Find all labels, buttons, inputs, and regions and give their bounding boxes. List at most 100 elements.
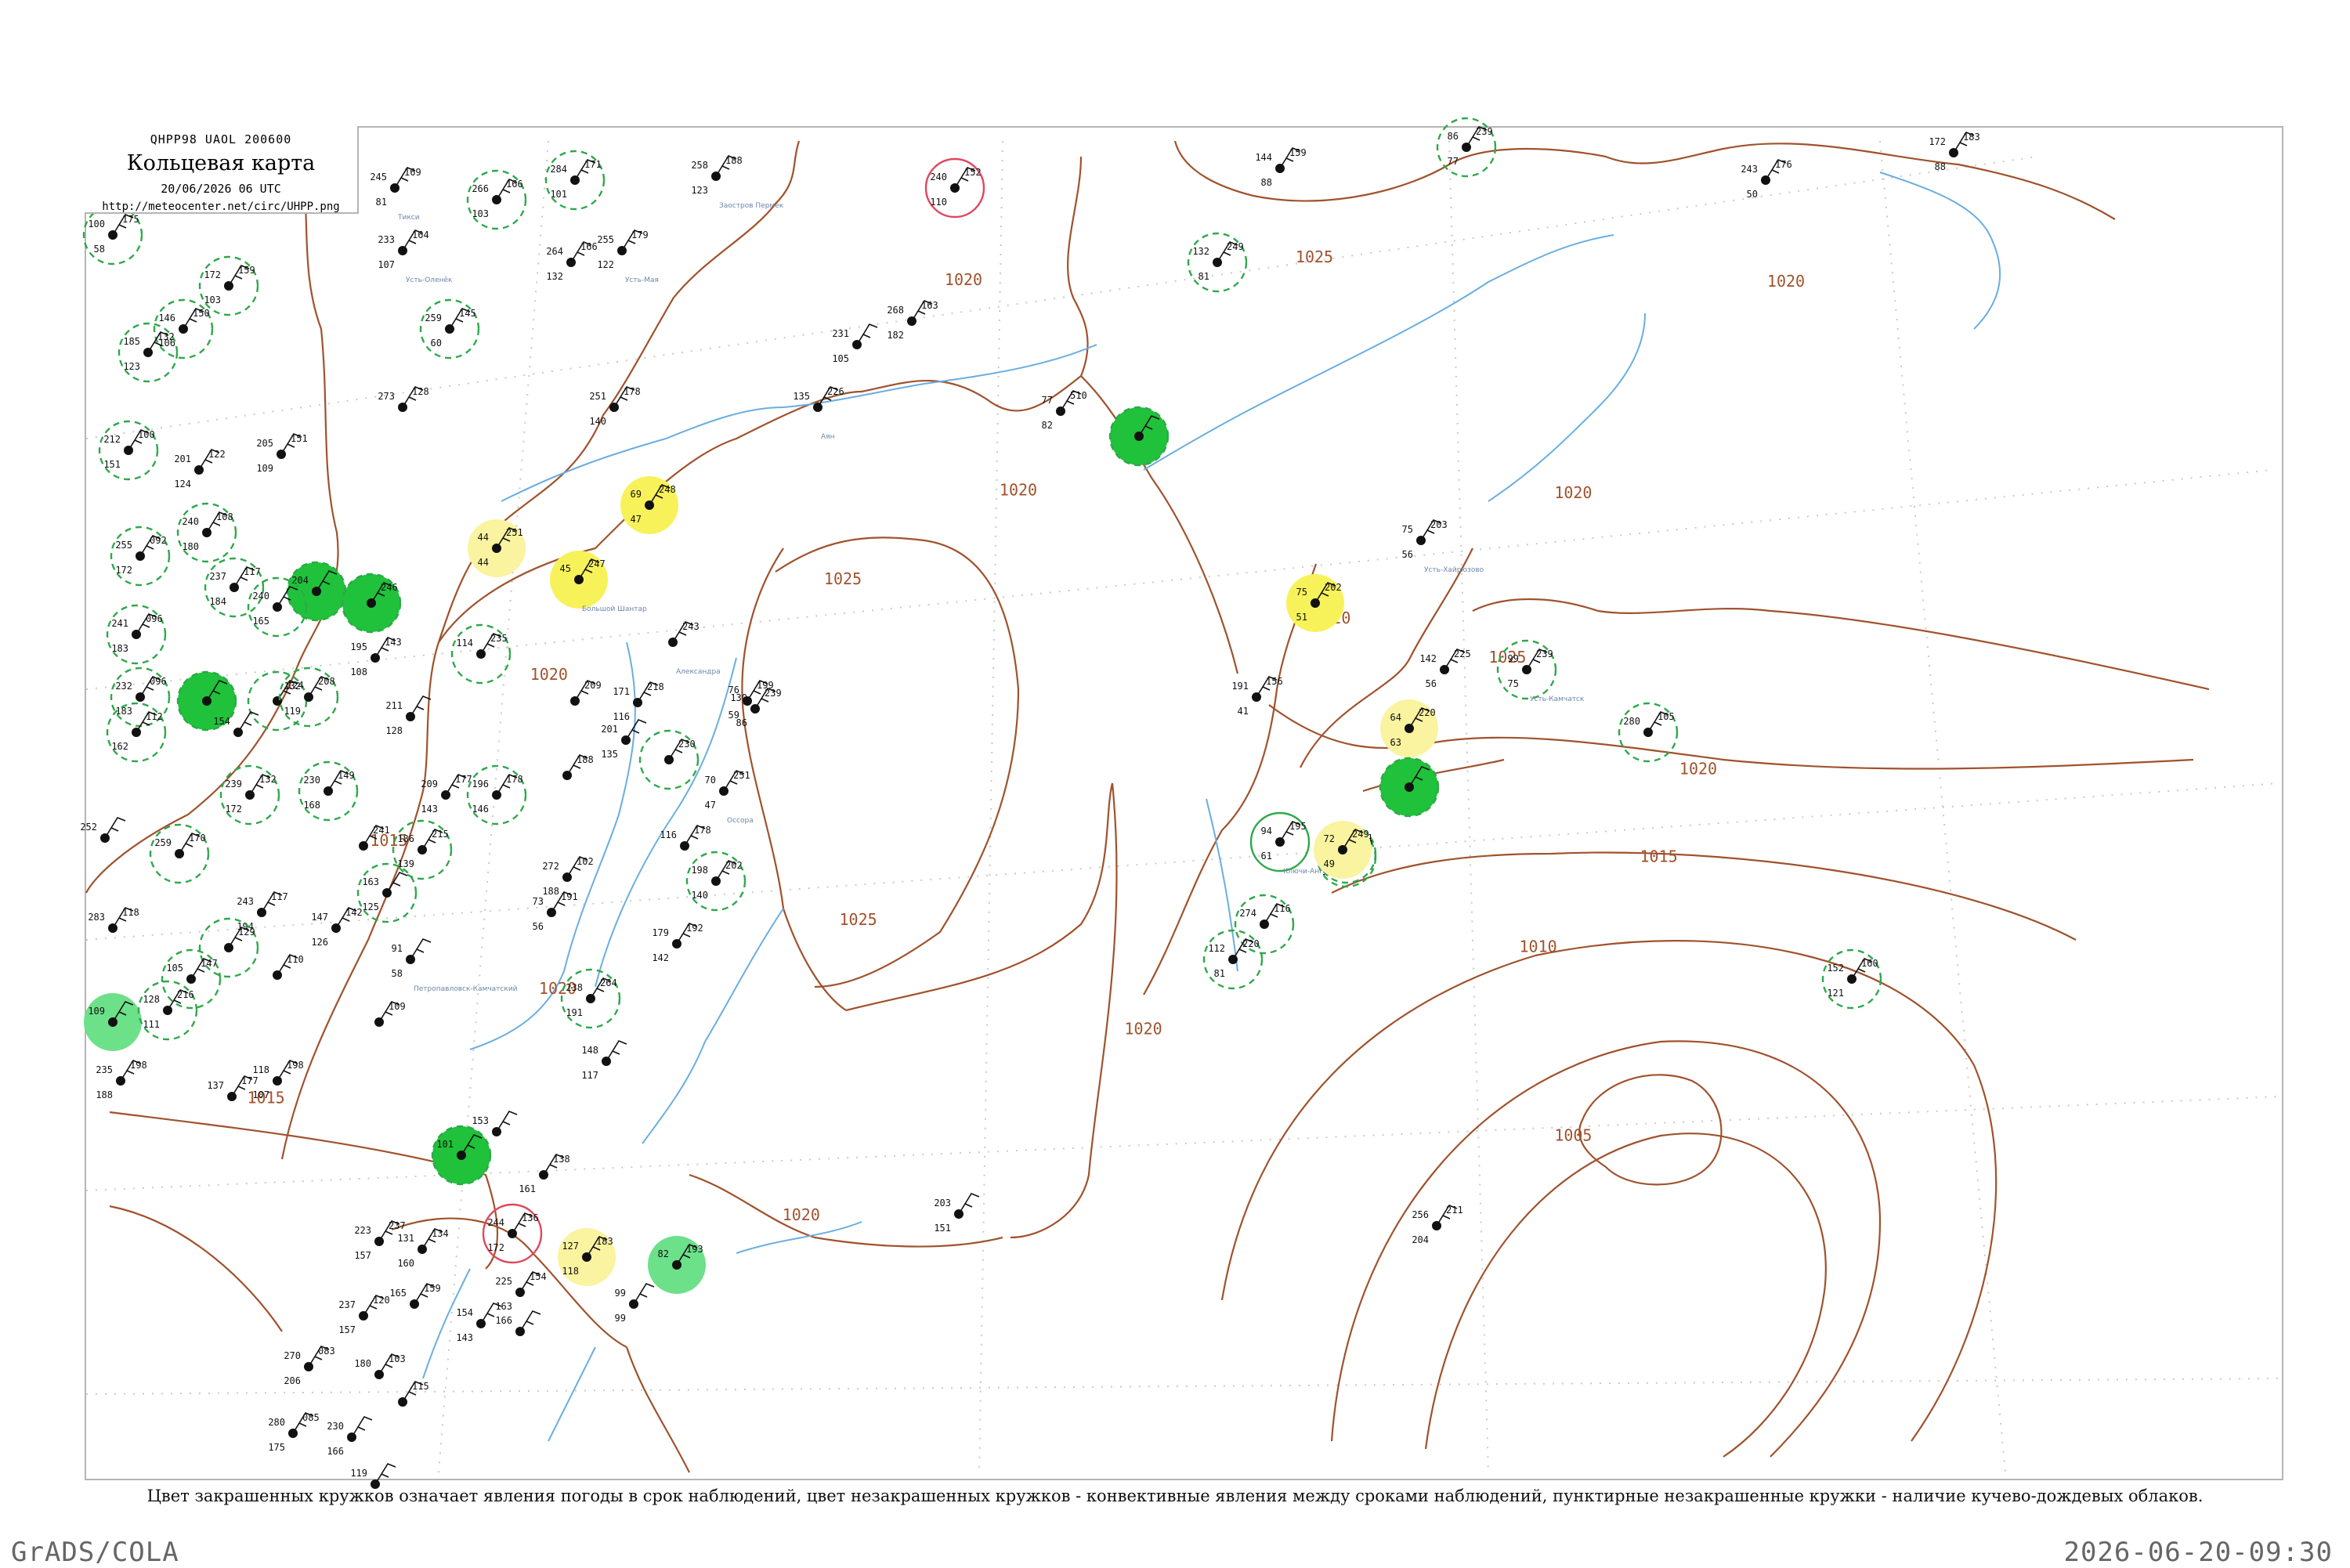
station-s25[interactable]: [1108, 406, 1170, 467]
station-s23[interactable]: 135 226 Аян: [793, 386, 844, 441]
station-s118[interactable]: 180 103: [354, 1353, 406, 1379]
station-s5[interactable]: 258 123 188 Заостров Пермек: [691, 155, 783, 210]
station-s117[interactable]: 270 206 083: [284, 1346, 334, 1386]
station-s18[interactable]: 259 60 145: [419, 298, 480, 359]
station-s31[interactable]: 44 44 251: [468, 519, 526, 577]
station-s92[interactable]: 238 191 264: [560, 968, 621, 1029]
station-s56[interactable]: 64 63 220: [1380, 699, 1438, 757]
station-s39[interactable]: 75 51 202: [1286, 574, 1344, 632]
station-s107[interactable]: 203 151: [934, 1193, 980, 1234]
station-s52[interactable]: 171 116 218: [613, 681, 663, 722]
station-s19[interactable]: 268 182 163: [887, 300, 938, 341]
station-s28[interactable]: 201 124 122: [174, 449, 225, 490]
station-s32[interactable]: 45 247 Большой Шантар: [550, 551, 647, 613]
station-s2[interactable]: 245 81 169 Тикси: [370, 167, 421, 222]
station-s78[interactable]: 198 140 202: [685, 851, 747, 912]
station-s40[interactable]: 241 183 096: [106, 604, 167, 665]
station-s34[interactable]: 237 184 117: [204, 557, 265, 618]
station-s84[interactable]: 73 56 191: [533, 891, 578, 932]
station-s122[interactable]: 119: [350, 1463, 396, 1489]
station-s59[interactable]: 154: [213, 711, 259, 737]
station-s49[interactable]: 132 119 208: [278, 667, 339, 728]
station-s20[interactable]: 231 105: [832, 323, 878, 364]
station-s24[interactable]: 77 82 510: [1042, 390, 1087, 431]
station-s71[interactable]: 252: [80, 817, 126, 843]
station-s80[interactable]: 283 118: [88, 907, 139, 933]
station-s120[interactable]: 280 175 085: [268, 1412, 319, 1453]
station-s26[interactable]: 212 151 100: [98, 420, 159, 481]
station-s14[interactable]: 132 81 249: [1187, 232, 1248, 293]
station-s42[interactable]: 114 235: [450, 623, 512, 685]
station-s113[interactable]: 237 157 120: [338, 1295, 389, 1335]
station-s89[interactable]: 179 142 192: [652, 923, 703, 963]
station-s82[interactable]: 147 126 142: [311, 907, 362, 948]
station-s38[interactable]: 75 56 203 Усть-Хайрюзово: [1402, 519, 1484, 574]
station-s7[interactable]: 144 88 159: [1255, 147, 1306, 188]
station-s6[interactable]: 240 110 152: [924, 157, 985, 219]
station-s8[interactable]: 86 77 239: [1436, 117, 1497, 178]
station-s75[interactable]: 116 178: [660, 825, 711, 851]
station-s60[interactable]: 201 135: [601, 719, 647, 760]
station-s35[interactable]: 204: [286, 561, 347, 622]
station-s116[interactable]: 166: [495, 1310, 541, 1336]
station-s110[interactable]: 131 160 134: [397, 1228, 448, 1269]
station-s51[interactable]: 209: [570, 680, 602, 706]
station-s29[interactable]: 69 47 248: [620, 476, 678, 534]
station-s1[interactable]: 100 58 175: [82, 204, 143, 266]
station-s121[interactable]: 230 166: [327, 1416, 373, 1457]
station-dewpoint: 180: [182, 541, 199, 552]
station-s66[interactable]: 196 146 178: [466, 764, 527, 826]
station-s33[interactable]: 255 172 092: [110, 526, 171, 587]
station-s11[interactable]: 233 107 164 Усть-Оленёк: [378, 229, 453, 284]
station-s17[interactable]: 185 123 132: [118, 322, 179, 383]
station-s44[interactable]: 142 56 225: [1419, 649, 1470, 689]
station-s74[interactable]: 186 139 215: [392, 819, 453, 880]
station-s13[interactable]: 264 132 166: [546, 241, 597, 282]
station-s104[interactable]: 244 172 136: [482, 1203, 543, 1264]
station-s95[interactable]: 128 111 216: [137, 980, 198, 1041]
station-s64[interactable]: 239 172 132: [219, 764, 280, 826]
station-s108[interactable]: 256 204 211: [1412, 1205, 1462, 1245]
station-s50[interactable]: 211 128: [385, 695, 432, 736]
station-s96[interactable]: 148 117: [581, 1040, 627, 1081]
station-s37[interactable]: 246: [341, 573, 402, 634]
station-s83[interactable]: 163 125: [356, 862, 418, 923]
station-s72[interactable]: 259 170: [149, 823, 210, 884]
station-s87[interactable]: 110: [273, 954, 304, 980]
station-s90[interactable]: 91 58 Петропавловск-Камчатский: [392, 938, 518, 993]
station-s105[interactable]: 127 118 183: [558, 1228, 616, 1286]
station-s114[interactable]: 165 159: [389, 1283, 441, 1309]
station-s119[interactable]: 115: [398, 1381, 429, 1407]
station-s22[interactable]: 251 140 178: [589, 386, 640, 427]
station-s21[interactable]: 273 128: [378, 386, 429, 412]
isobar-label: 1020: [945, 270, 982, 289]
station-s41[interactable]: 195 108 143: [350, 637, 401, 677]
station-s112[interactable]: 99 99: [615, 1283, 655, 1324]
station-s27[interactable]: 205 109 151: [256, 433, 307, 474]
station-s15[interactable]: 172 103 159: [198, 255, 259, 316]
station-s102[interactable]: 101: [431, 1125, 492, 1186]
station-s103[interactable]: 161 138: [519, 1154, 569, 1194]
station-s30[interactable]: 240 180 108: [176, 502, 237, 563]
station-s77[interactable]: 72 49 249: [1314, 821, 1372, 879]
station-s4[interactable]: 284 101 171: [544, 150, 606, 211]
station-s61[interactable]: 230: [638, 729, 700, 790]
station-s9[interactable]: 172 88 183: [1929, 132, 1979, 172]
station-s97[interactable]: 235 188 198: [96, 1060, 146, 1100]
map-url[interactable]: http://meteocenter.net/circ/UHPP.png: [85, 201, 357, 213]
station-s94[interactable]: 109: [374, 1001, 406, 1027]
station-s3[interactable]: 266 103 166: [466, 169, 527, 230]
station-s65[interactable]: 209143177: [421, 774, 472, 815]
station-s67[interactable]: 188: [562, 754, 594, 780]
station-s106[interactable]: 82 193: [648, 1236, 706, 1294]
station-s93[interactable]: 109: [84, 993, 142, 1051]
station-s68[interactable]: 70 47 251 Оссора: [705, 770, 754, 825]
station-s58[interactable]: 162 112: [106, 702, 167, 763]
station-s10[interactable]: 243 50 176: [1741, 159, 1791, 200]
station-s57[interactable]: 280 105: [1618, 702, 1679, 763]
station-s12[interactable]: 255 122 179 Усть-Мая: [597, 229, 659, 284]
station-s62[interactable]: [1379, 757, 1440, 818]
station-s16[interactable]: 146106150: [153, 298, 214, 359]
station-s111[interactable]: 225 163 154: [495, 1271, 546, 1312]
station-s63[interactable]: 230 168 149: [298, 761, 359, 822]
